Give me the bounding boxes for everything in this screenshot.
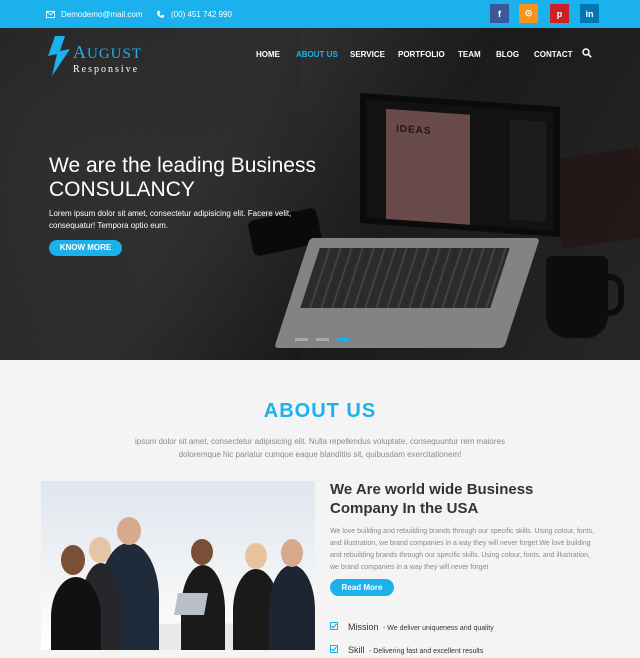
pinterest-icon[interactable]: p: [550, 4, 569, 23]
about-subtitle-line1: We Are world wide Business: [330, 481, 534, 498]
envelope-icon: [46, 10, 55, 19]
read-more-button[interactable]: Read More: [330, 579, 394, 596]
logo-initial: A: [73, 42, 87, 62]
email-contact[interactable]: Demodemo@mail.com: [46, 10, 142, 19]
search-icon[interactable]: [582, 48, 592, 58]
feature-mission: Mission - We deliver uniqueness and qual…: [330, 617, 494, 635]
checkbox-icon: [330, 645, 338, 653]
nav-service[interactable]: SERVICE: [350, 50, 385, 59]
feature-label: Mission: [348, 622, 379, 632]
photo-head: [281, 539, 303, 567]
photo-laptop: [174, 593, 208, 615]
nav-contact[interactable]: CONTACT: [534, 50, 573, 59]
hero-title-line1: We are the leading Business: [49, 154, 316, 177]
nav-home[interactable]: HOME: [256, 50, 280, 59]
nav-team[interactable]: TEAM: [458, 50, 481, 59]
linkedin-icon[interactable]: in: [580, 4, 599, 23]
top-bar: Demodemo@mail.com (00) 451 742 990 f ⊙ p…: [0, 0, 640, 28]
about-body-text: We love building and rebuilding brands t…: [330, 528, 595, 571]
logo-rest: UGUST: [87, 46, 143, 62]
facebook-icon[interactable]: f: [490, 4, 509, 23]
hero-title: We are the leading Business CONSULANCY: [49, 154, 316, 202]
hero-title-line2: CONSULANCY: [49, 178, 195, 201]
photo-head: [245, 543, 267, 569]
rss-icon[interactable]: ⊙: [519, 4, 538, 23]
lightning-bolt-icon: [48, 36, 70, 76]
about-heading: ABOUT US: [263, 400, 377, 422]
photo-head: [61, 545, 85, 575]
feature-label: Skill: [348, 645, 365, 655]
about-intro-text: ipsum dolor sit amet, consectetur adipis…: [135, 437, 505, 459]
photo-person: [51, 577, 101, 650]
photo-person: [269, 565, 315, 650]
slider-dot-2[interactable]: [316, 338, 329, 341]
about-subtitle-line2: Company In the USA: [330, 500, 479, 517]
photo-head: [117, 517, 141, 545]
logo-name: AUGUST: [73, 42, 142, 63]
phone-text: (00) 451 742 990: [171, 10, 232, 19]
slider-dot-3[interactable]: [337, 338, 350, 341]
photo-head: [89, 537, 111, 563]
nav-portfolio[interactable]: PORTFOLIO: [398, 50, 445, 59]
nav-blog[interactable]: BLOG: [496, 50, 519, 59]
hero-slider: IDEAS AUGUST Responsive HOME ABOUT US SE…: [0, 28, 640, 360]
feature-skill: Skill - Delivering fast and excellent re…: [330, 640, 483, 658]
about-subtitle: We Are world wide Business Company In th…: [330, 480, 533, 518]
feature-desc: - We deliver uniqueness and quality: [382, 625, 494, 632]
phone-contact[interactable]: (00) 451 742 990: [156, 10, 232, 19]
photo-head: [191, 539, 213, 565]
slider-dot-1[interactable]: [295, 338, 308, 341]
know-more-button[interactable]: KNOW MORE: [49, 240, 122, 256]
phone-icon: [157, 10, 165, 18]
email-text: Demodemo@mail.com: [61, 10, 143, 19]
nav-about-us[interactable]: ABOUT US: [296, 50, 338, 59]
slider-dots: [295, 338, 350, 341]
hero-description: Lorem ipsum dolor sit amet, consectetur …: [49, 209, 292, 230]
team-photo: [41, 481, 315, 650]
checkbox-icon: [330, 622, 338, 630]
logo-tagline: Responsive: [73, 64, 140, 75]
feature-desc: - Delivering fast and excellent results: [368, 648, 484, 655]
